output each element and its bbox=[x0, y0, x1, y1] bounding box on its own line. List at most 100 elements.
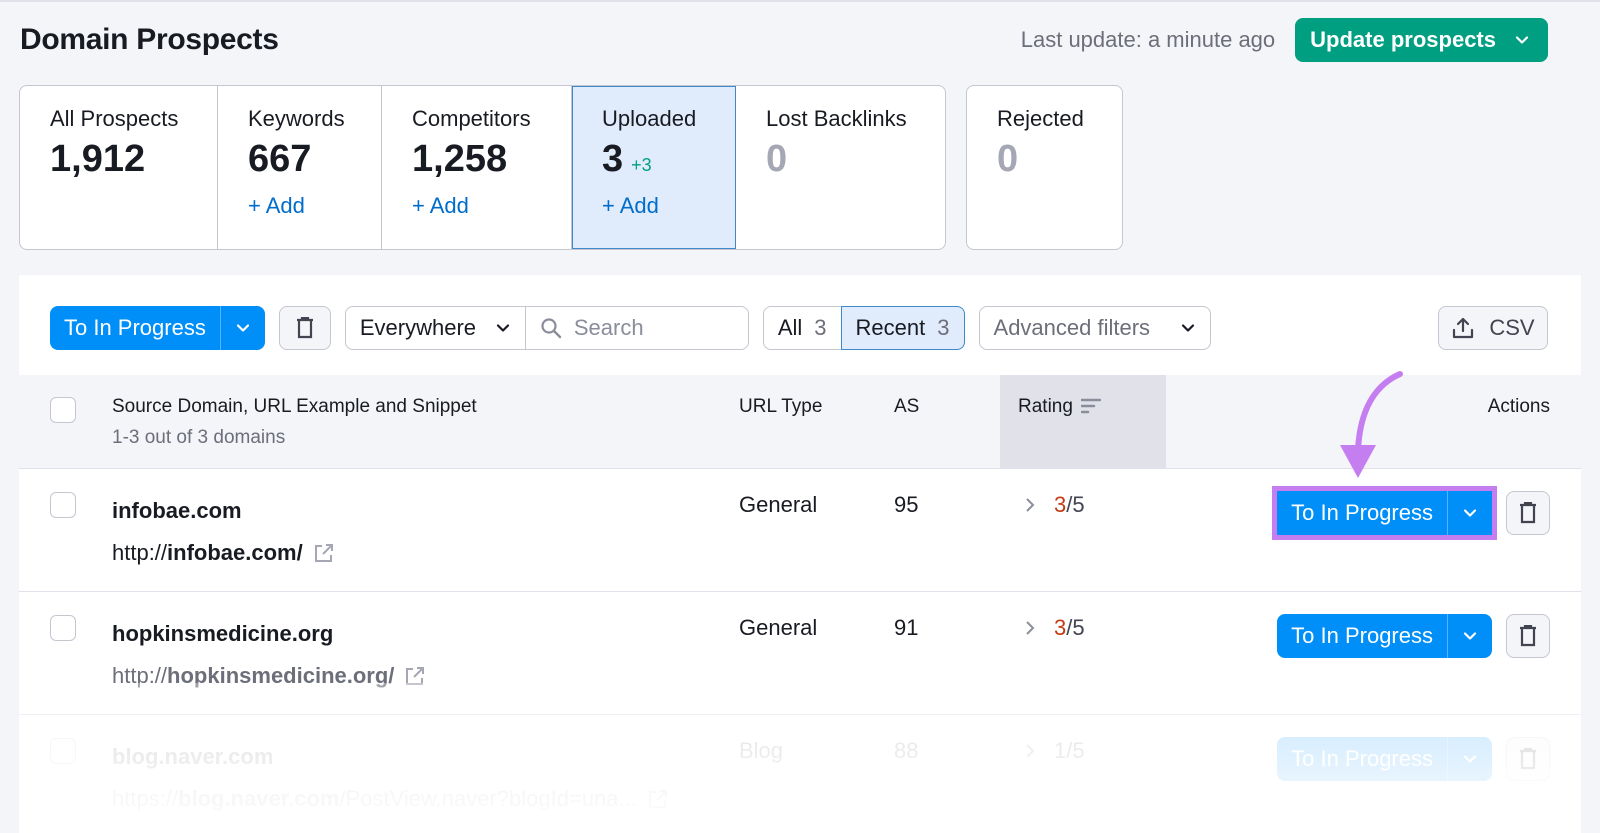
chevron-down-icon bbox=[1463, 632, 1477, 640]
rating-value: 3 bbox=[1054, 492, 1067, 517]
external-link-icon[interactable] bbox=[404, 665, 426, 687]
search-box bbox=[526, 307, 748, 349]
segment-count: 3 bbox=[937, 315, 950, 340]
select-all-checkbox[interactable] bbox=[50, 397, 76, 423]
page-header: Domain Prospects Last update: a minute a… bbox=[20, 18, 1548, 62]
row-checkbox[interactable] bbox=[50, 738, 76, 764]
row-actions: To In Progress bbox=[1272, 486, 1550, 540]
row-to-in-progress-button: To In Progress bbox=[1272, 486, 1497, 540]
prospect-cards: All Prospects 1,912 Keywords 667 + Add C… bbox=[19, 85, 1123, 250]
chevron-down-icon bbox=[1463, 755, 1477, 763]
col-actions: Actions bbox=[1487, 396, 1550, 417]
external-link-icon[interactable] bbox=[313, 542, 335, 564]
row-url-text: http://infobae.com/ bbox=[112, 540, 303, 565]
add-keywords-link[interactable]: + Add bbox=[248, 193, 351, 219]
row-url-type: Blog bbox=[739, 738, 784, 763]
segment-recent[interactable]: Recent 3 bbox=[840, 306, 965, 350]
card-value-number: 0 bbox=[766, 138, 788, 180]
update-prospects-button[interactable]: Update prospects bbox=[1295, 18, 1548, 62]
row-rating[interactable]: 3/5 bbox=[1024, 492, 1085, 518]
row-delete-button[interactable] bbox=[1506, 614, 1550, 658]
row-delete-button[interactable] bbox=[1506, 491, 1550, 535]
row-as: 88 bbox=[894, 738, 919, 763]
card-label: Rejected bbox=[997, 106, 1084, 131]
trash-icon bbox=[1520, 502, 1536, 524]
row-rating[interactable]: 3/5 bbox=[1024, 615, 1085, 641]
card-value: 667 bbox=[248, 138, 351, 181]
row-url-type: General bbox=[739, 615, 818, 640]
col-url-type[interactable]: URL Type bbox=[739, 396, 822, 418]
card-value-number: 3 bbox=[602, 138, 624, 180]
card-keywords[interactable]: Keywords 667 + Add bbox=[218, 86, 382, 249]
add-uploaded-link[interactable]: + Add bbox=[602, 193, 705, 219]
segment-label: All bbox=[777, 315, 803, 340]
rating-column-highlight bbox=[1000, 375, 1166, 469]
row-domain[interactable]: infobae.com bbox=[112, 498, 242, 524]
row-url[interactable]: https://blog.naver.com/PostView.naver?bl… bbox=[112, 786, 669, 812]
row-url[interactable]: http://infobae.com/ bbox=[112, 540, 335, 566]
col-rating[interactable]: Rating bbox=[1018, 396, 1101, 418]
table-row: infobae.com http://infobae.com/ General … bbox=[19, 470, 1581, 592]
export-csv-label: CSV bbox=[1489, 315, 1535, 340]
card-label: Competitors bbox=[412, 106, 531, 131]
external-link-icon[interactable] bbox=[647, 788, 669, 810]
card-value-number: 1,258 bbox=[412, 138, 508, 180]
search-scope-select[interactable]: Everywhere bbox=[346, 307, 526, 349]
chevron-right-icon bbox=[1026, 498, 1035, 512]
trash-icon bbox=[296, 317, 313, 339]
rating-value: 3 bbox=[1054, 615, 1067, 640]
rating-max: /5 bbox=[1066, 615, 1085, 640]
col-as[interactable]: AS bbox=[894, 396, 919, 418]
search-input[interactable] bbox=[573, 315, 724, 341]
row-delete-button[interactable] bbox=[1506, 737, 1550, 781]
row-to-in-progress-button: To In Progress bbox=[1277, 737, 1492, 781]
card-uploaded[interactable]: Uploaded 3 +3 + Add bbox=[572, 86, 736, 249]
card-competitors[interactable]: Competitors 1,258 + Add bbox=[382, 86, 572, 249]
table-row: blog.naver.com https://blog.naver.com/Po… bbox=[19, 716, 1581, 833]
row-url-text: http://hopkinsmedicine.org/ bbox=[112, 663, 395, 688]
card-value: 3 +3 bbox=[602, 138, 705, 181]
row-actions: To In Progress bbox=[1277, 614, 1550, 658]
row-to-in-progress-main[interactable]: To In Progress bbox=[1277, 614, 1448, 658]
advanced-filters-dropdown[interactable]: Advanced filters bbox=[978, 306, 1211, 350]
row-action-dropdown[interactable] bbox=[1448, 614, 1492, 658]
row-to-in-progress-button: To In Progress bbox=[1277, 614, 1492, 658]
search-group: Everywhere bbox=[344, 306, 749, 350]
row-to-in-progress-main[interactable]: To In Progress bbox=[1277, 737, 1448, 781]
bulk-to-in-progress-main[interactable]: To In Progress bbox=[50, 306, 221, 350]
trash-icon bbox=[1520, 625, 1536, 647]
rating-max: /5 bbox=[1066, 492, 1085, 517]
bulk-delete-button[interactable] bbox=[278, 306, 331, 350]
rating-max: /5 bbox=[1066, 738, 1085, 763]
sort-icon bbox=[1080, 398, 1101, 414]
card-label: Uploaded bbox=[602, 106, 697, 131]
col-source[interactable]: Source Domain, URL Example and Snippet bbox=[112, 396, 477, 418]
row-domain[interactable]: hopkinsmedicine.org bbox=[112, 621, 333, 647]
card-rejected[interactable]: Rejected 0 bbox=[966, 85, 1123, 250]
card-all-prospects[interactable]: All Prospects 1,912 bbox=[20, 86, 218, 249]
row-rating[interactable]: 1/5 bbox=[1024, 738, 1085, 764]
table-row: hopkinsmedicine.org http://hopkinsmedici… bbox=[19, 593, 1581, 715]
segment-all[interactable]: All 3 bbox=[762, 306, 841, 350]
col-rating-label: Rating bbox=[1018, 396, 1073, 417]
upload-icon bbox=[1453, 317, 1474, 339]
row-checkbox[interactable] bbox=[50, 492, 76, 518]
card-lost-backlinks[interactable]: Lost Backlinks 0 bbox=[736, 86, 945, 249]
card-group: All Prospects 1,912 Keywords 667 + Add C… bbox=[19, 85, 946, 250]
card-value-number: 667 bbox=[248, 138, 312, 180]
rating-value: 1 bbox=[1054, 738, 1067, 763]
row-url[interactable]: http://hopkinsmedicine.org/ bbox=[112, 663, 426, 689]
card-value: 0 bbox=[997, 138, 1092, 181]
add-competitors-link[interactable]: + Add bbox=[412, 193, 541, 219]
bulk-action-dropdown[interactable] bbox=[221, 306, 265, 350]
card-value: 1,258 bbox=[412, 138, 541, 181]
prospects-panel: To In Progress Everywhere All 3 bbox=[19, 275, 1581, 833]
last-update-text: Last update: a minute ago bbox=[1020, 27, 1276, 52]
chevron-down-icon bbox=[1463, 509, 1477, 517]
row-action-dropdown[interactable] bbox=[1448, 491, 1492, 535]
row-domain[interactable]: blog.naver.com bbox=[112, 744, 273, 770]
row-checkbox[interactable] bbox=[50, 615, 76, 641]
export-csv-button[interactable]: CSV bbox=[1438, 306, 1548, 350]
row-to-in-progress-main[interactable]: To In Progress bbox=[1277, 491, 1448, 535]
row-action-dropdown[interactable] bbox=[1448, 737, 1492, 781]
